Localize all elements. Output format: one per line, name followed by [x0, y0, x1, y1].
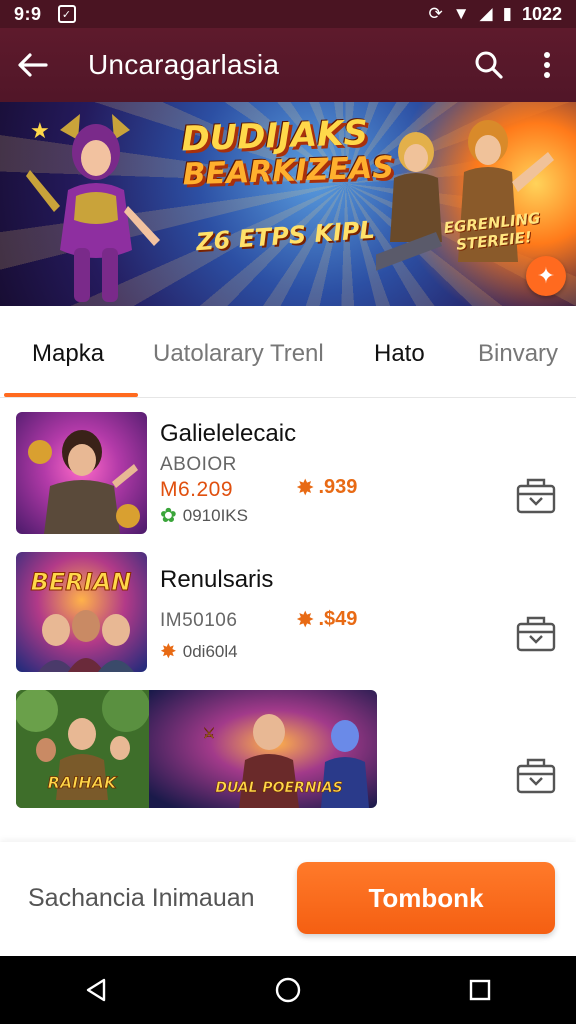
- promo-banner[interactable]: ★ DUDIJAKS BEARKIZEAS Z6 ETPS KIPL EGREN…: [0, 102, 576, 306]
- wifi-icon: ▼: [452, 4, 470, 23]
- item-rating-value: 0910IKS: [182, 506, 248, 525]
- search-button[interactable]: [460, 28, 518, 102]
- item-thumbnail: BERIAN: [16, 552, 147, 672]
- gift-icon: ✦: [536, 263, 556, 288]
- forest-thumbnail-art: RAIHAK: [16, 690, 149, 808]
- sync-icon: ⟳: [428, 4, 443, 23]
- app-bar: Uncaragarlasia: [0, 28, 576, 102]
- battery-icon: ▮: [502, 4, 512, 23]
- bookmark-box-icon[interactable]: [514, 476, 558, 516]
- battle-thumbnail-art: ⚔ DUAL POERNIAS: [149, 690, 377, 808]
- status-clock: 1022: [521, 3, 562, 24]
- item-rating-value: 0di60l4: [182, 642, 238, 661]
- bookmark-box-icon[interactable]: [514, 614, 558, 654]
- item-title: Renulsaris: [160, 566, 274, 593]
- hero-thumbnail-art: [28, 430, 140, 534]
- banner-headline-line2: BEARKIZEAS: [182, 150, 395, 193]
- more-options-button[interactable]: [518, 28, 576, 102]
- bottom-hint-text[interactable]: Sachancia Inimauan: [28, 884, 255, 913]
- thumbnail-caption-right: DUAL POERNIAS: [215, 780, 342, 796]
- status-bar: 9:9 ✓ ⟳ ▼ ◢ ▮ 1022: [0, 0, 576, 28]
- arrow-left-icon: [18, 53, 48, 77]
- tab-uatolarary-trenl[interactable]: Uatolarary Trenl: [153, 340, 324, 368]
- notification-icon: ✓: [57, 5, 76, 23]
- squad-thumbnail-art: BERIAN: [30, 568, 134, 672]
- nav-recents-button[interactable]: [450, 960, 510, 1020]
- banner-headline: DUDIJAKS BEARKIZEAS: [181, 113, 395, 194]
- system-nav-bar: [0, 956, 576, 1024]
- status-time: 9:9: [14, 3, 42, 24]
- item-price-alt-value: .939: [318, 476, 358, 498]
- list-item[interactable]: RAIHAK ⚔ DUAL POERNIAS: [0, 690, 576, 810]
- tab-bar: Mapka Uatolarary Trenl Hato Binvary: [0, 306, 576, 398]
- item-code: IM50106: [160, 610, 238, 631]
- signal-icon: ◢: [479, 4, 493, 23]
- nav-home-button[interactable]: [258, 960, 318, 1020]
- thumbnail-caption-left: RAIHAK: [48, 773, 118, 792]
- star-icon: ✸: [296, 606, 315, 632]
- bottom-action-bar: Sachancia Inimauan Tombonk: [0, 842, 576, 956]
- thumbnail-caption: BERIAN: [31, 568, 132, 596]
- page-title: Uncaragarlasia: [88, 49, 280, 80]
- status-icons: ⟳ ▼ ◢ ▮ 1022: [428, 4, 562, 25]
- item-rating: ✿ 0910IKS: [160, 506, 248, 526]
- item-thumbnail-wide: RAIHAK ⚔ DUAL POERNIAS: [16, 690, 377, 808]
- primary-cta-button[interactable]: Tombonk: [297, 862, 555, 934]
- tab-indicator: [4, 393, 138, 397]
- tab-binvary[interactable]: Binvary: [478, 340, 558, 368]
- more-vertical-icon: [544, 52, 550, 78]
- tab-mapka[interactable]: Mapka: [32, 340, 104, 368]
- triangle-back-icon: [86, 978, 106, 1002]
- star-icon: ✸: [296, 474, 315, 500]
- leaf-icon: ✿: [160, 505, 177, 527]
- circle-home-icon: [275, 977, 301, 1003]
- list-item[interactable]: BERIAN Renulsaris IM50106 ✸ .$49 ✸ 0di60…: [0, 552, 576, 676]
- item-rating: ✸ 0di60l4: [160, 642, 238, 662]
- item-code: ABOIOR: [160, 454, 237, 475]
- item-title: Galielelecaic: [160, 420, 297, 447]
- square-recents-icon: [469, 979, 491, 1001]
- app-bar-actions: [460, 28, 576, 102]
- list-item[interactable]: Galielelecaic ABOIOR M6.209 ✸ .939 ✿ 091…: [0, 412, 576, 538]
- item-price-alt: ✸ .939: [296, 476, 357, 499]
- item-price: M6.209: [160, 478, 234, 501]
- bookmark-box-icon[interactable]: [514, 756, 558, 796]
- svg-text:⚔: ⚔: [203, 726, 216, 742]
- item-thumbnail: [16, 412, 147, 534]
- screen: 9:9 ✓ ⟳ ▼ ◢ ▮ 1022 Uncaragarlasia ★ DUDI…: [0, 0, 576, 1024]
- search-icon: [475, 51, 503, 79]
- banner-action-button[interactable]: ✦: [526, 256, 566, 296]
- heroine-illustration: ★: [26, 114, 160, 302]
- svg-text:★: ★: [30, 118, 50, 143]
- item-price-alt: ✸ .$49: [296, 608, 357, 631]
- back-button[interactable]: [0, 28, 64, 102]
- nav-back-button[interactable]: [66, 960, 126, 1020]
- tab-hato[interactable]: Hato: [374, 340, 425, 368]
- star-icon: ✸: [160, 641, 177, 663]
- item-price-alt-value: .$49: [318, 608, 358, 630]
